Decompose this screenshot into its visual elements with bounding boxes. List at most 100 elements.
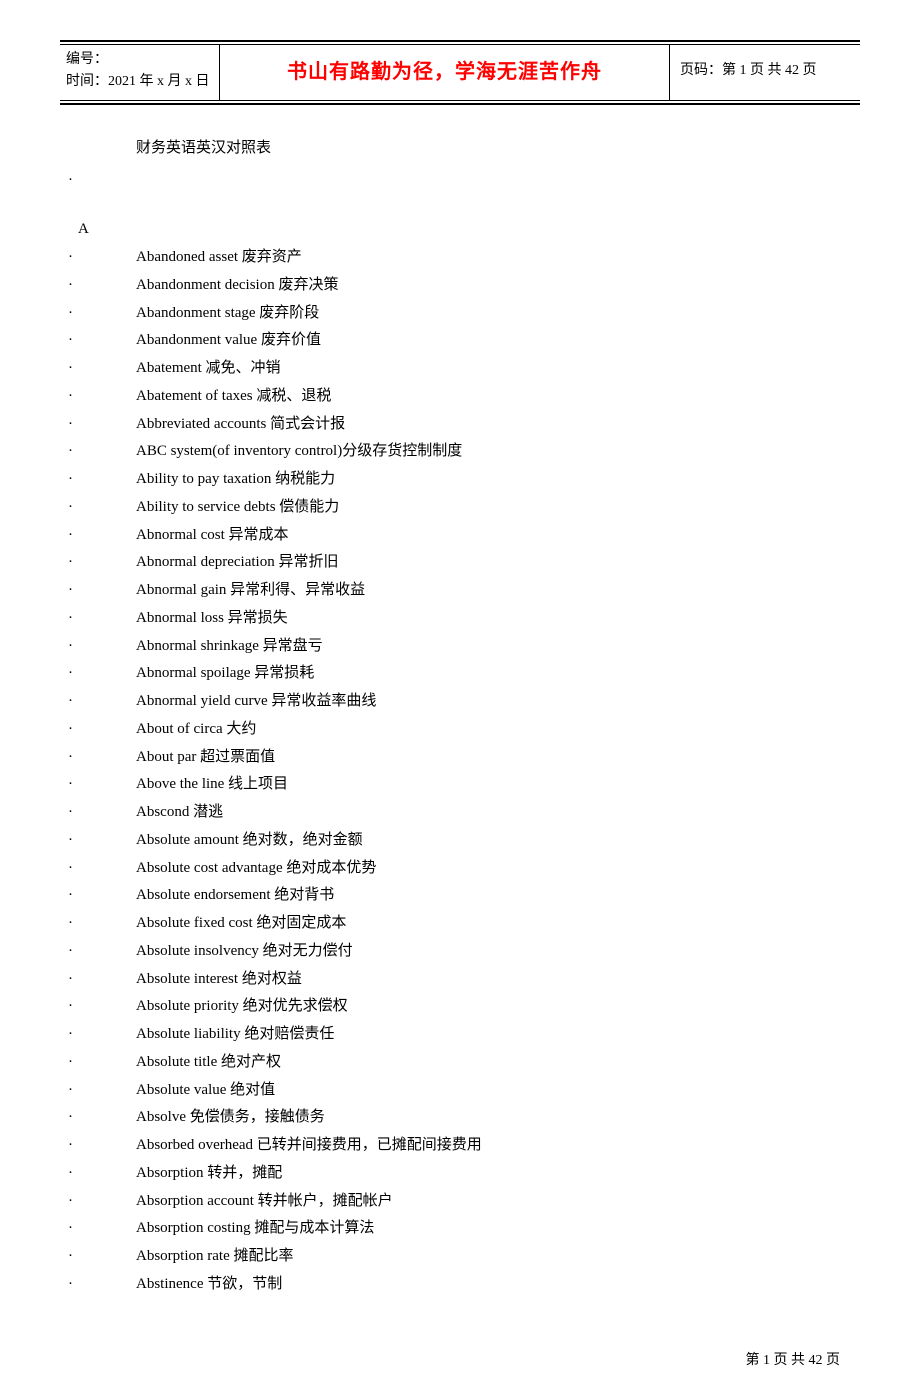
glossary-term: Absolute endorsement 绝对背书 xyxy=(136,882,334,910)
glossary-entry: ·Absolute value 绝对值 xyxy=(136,1077,850,1105)
top-double-rule xyxy=(60,40,860,42)
bullet-icon: · xyxy=(68,1077,136,1105)
glossary-term: Abatement 减免、冲销 xyxy=(136,355,281,383)
bullet-icon: · xyxy=(68,244,136,272)
glossary-term: Abnormal yield curve 异常收益率曲线 xyxy=(136,688,376,716)
glossary-term: Ability to pay taxation 纳税能力 xyxy=(136,466,335,494)
glossary-term: Absolute amount 绝对数，绝对金额 xyxy=(136,827,363,855)
glossary-term: Absorption rate 摊配比率 xyxy=(136,1243,293,1271)
glossary-term: Abnormal spoilage 异常损耗 xyxy=(136,660,314,688)
glossary-term: Ability to service debts 偿债能力 xyxy=(136,494,339,522)
glossary-term: Abandoned asset 废弃资产 xyxy=(136,244,302,272)
glossary-term: Absorption account 转并帐户，摊配帐户 xyxy=(136,1188,393,1216)
bullet-icon: · xyxy=(68,1271,136,1299)
glossary-entry: ·Absolute insolvency 绝对无力偿付 xyxy=(136,938,850,966)
glossary-term: ABC system(of inventory control)分级存货控制制度 xyxy=(136,438,462,466)
glossary-term: Absolute value 绝对值 xyxy=(136,1077,275,1105)
bullet-icon: · xyxy=(68,744,136,772)
bullet-icon: · xyxy=(68,1104,136,1132)
bullet-icon: · xyxy=(68,522,136,550)
glossary-entry: ·Abbreviated accounts 简式会计报 xyxy=(136,411,850,439)
header-left-cell: 编号： 时间：2021 年 x 月 x 日 xyxy=(60,45,220,100)
glossary-entry: ·Absolute liability 绝对赔偿责任 xyxy=(136,1021,850,1049)
glossary-term: Absolve 免偿债务，接触债务 xyxy=(136,1104,325,1132)
header-table: 编号： 时间：2021 年 x 月 x 日 书山有路勤为径，学海无涯苦作舟 页码… xyxy=(60,44,860,101)
document-title: 财务英语英汉对照表 xyxy=(136,135,850,163)
glossary-term: Abscond 潜逃 xyxy=(136,799,223,827)
bullet-icon: · xyxy=(68,355,136,383)
glossary-entry: ·Abnormal gain 异常利得、异常收益 xyxy=(136,577,850,605)
glossary-list: ·Abandoned asset 废弃资产·Abandonment decisi… xyxy=(136,244,850,1299)
glossary-term: Absorption 转并，摊配 xyxy=(136,1160,282,1188)
bullet-icon: · xyxy=(68,633,136,661)
glossary-term: Abstinence 节欲，节制 xyxy=(136,1271,282,1299)
glossary-entry: ·Absolute cost advantage 绝对成本优势 xyxy=(136,855,850,883)
glossary-entry: ·Abatement 减免、冲销 xyxy=(136,355,850,383)
doc-time-label: 时间：2021 年 x 月 x 日 xyxy=(66,71,213,93)
glossary-entry: ·Abatement of taxes 减税、退税 xyxy=(136,383,850,411)
glossary-term: Abbreviated accounts 简式会计报 xyxy=(136,411,345,439)
glossary-term: Absolute insolvency 绝对无力偿付 xyxy=(136,938,353,966)
doc-id-label: 编号： xyxy=(66,49,213,71)
glossary-entry: ·Ability to service debts 偿债能力 xyxy=(136,494,850,522)
bullet-icon: · xyxy=(68,494,136,522)
glossary-entry: ·Abnormal cost 异常成本 xyxy=(136,522,850,550)
bullet-icon: · xyxy=(68,716,136,744)
glossary-term: Absorption costing 摊配与成本计算法 xyxy=(136,1215,374,1243)
page-footer: 第 1 页 共 42 页 xyxy=(60,1349,860,1369)
glossary-term: Absolute fixed cost 绝对固定成本 xyxy=(136,910,346,938)
glossary-entry: ·Abnormal yield curve 异常收益率曲线 xyxy=(136,688,850,716)
bullet-icon: · xyxy=(68,799,136,827)
bullet-icon: · xyxy=(68,938,136,966)
bullet-icon: · xyxy=(68,300,136,328)
section-heading: A xyxy=(78,216,850,244)
bullet-icon: · xyxy=(68,1243,136,1271)
header-motto: 书山有路勤为径，学海无涯苦作舟 xyxy=(220,45,670,100)
glossary-entry: ·Abscond 潜逃 xyxy=(136,799,850,827)
bullet-icon: · xyxy=(68,855,136,883)
glossary-entry: ·About par 超过票面值 xyxy=(136,744,850,772)
glossary-entry: ·Absolve 免偿债务，接触债务 xyxy=(136,1104,850,1132)
glossary-entry: ·Absorption 转并，摊配 xyxy=(136,1160,850,1188)
glossary-entry: ·ABC system(of inventory control)分级存货控制制… xyxy=(136,438,850,466)
bullet-icon: · xyxy=(68,327,136,355)
bullet-icon: · xyxy=(68,549,136,577)
glossary-term: Absolute priority 绝对优先求偿权 xyxy=(136,993,348,1021)
bullet-icon: · xyxy=(68,1132,136,1160)
glossary-term: Abatement of taxes 减税、退税 xyxy=(136,383,331,411)
glossary-entry: ·Abnormal depreciation 异常折旧 xyxy=(136,549,850,577)
bullet-icon: · xyxy=(68,466,136,494)
glossary-entry: ·Abstinence 节欲，节制 xyxy=(136,1271,850,1299)
glossary-term: Absolute interest 绝对权益 xyxy=(136,966,302,994)
glossary-term: Abandonment stage 废弃阶段 xyxy=(136,300,319,328)
glossary-entry: ·Abnormal spoilage 异常损耗 xyxy=(136,660,850,688)
header-page-label: 页码：第 1 页 共 42 页 xyxy=(670,45,860,100)
glossary-term: Absolute cost advantage 绝对成本优势 xyxy=(136,855,376,883)
bullet-icon: · xyxy=(68,910,136,938)
glossary-term: Abandonment decision 废弃决策 xyxy=(136,272,338,300)
glossary-entry: ·Abandonment value 废弃价值 xyxy=(136,327,850,355)
bullet-icon: · xyxy=(68,771,136,799)
glossary-term: About par 超过票面值 xyxy=(136,744,275,772)
glossary-entry: ·About of circa 大约 xyxy=(136,716,850,744)
glossary-entry: ·Above the line 线上项目 xyxy=(136,771,850,799)
glossary-term: Abnormal loss 异常损失 xyxy=(136,605,288,633)
bullet-icon: · xyxy=(68,882,136,910)
bullet-icon: · xyxy=(68,827,136,855)
glossary-entry: ·Absolute priority 绝对优先求偿权 xyxy=(136,993,850,1021)
document-body: 财务英语英汉对照表 · A ·Abandoned asset 废弃资产·Aban… xyxy=(60,107,860,1309)
document-page: 编号： 时间：2021 年 x 月 x 日 书山有路勤为径，学海无涯苦作舟 页码… xyxy=(0,0,920,1399)
bullet-icon: · xyxy=(68,577,136,605)
glossary-term: Abnormal cost 异常成本 xyxy=(136,522,288,550)
bullet-icon: · xyxy=(68,383,136,411)
glossary-term: Above the line 线上项目 xyxy=(136,771,288,799)
glossary-term: Absolute liability 绝对赔偿责任 xyxy=(136,1021,334,1049)
glossary-entry: ·Absolute title 绝对产权 xyxy=(136,1049,850,1077)
glossary-term: Abnormal shrinkage 异常盘亏 xyxy=(136,633,323,661)
glossary-entry: ·Absorption rate 摊配比率 xyxy=(136,1243,850,1271)
bottom-double-rule xyxy=(60,103,860,105)
glossary-entry: ·Absolute interest 绝对权益 xyxy=(136,966,850,994)
glossary-term: Absorbed overhead 已转并间接费用，已摊配间接费用 xyxy=(136,1132,482,1160)
glossary-term: Abandonment value 废弃价值 xyxy=(136,327,321,355)
glossary-entry: ·Abandonment stage 废弃阶段 xyxy=(136,300,850,328)
